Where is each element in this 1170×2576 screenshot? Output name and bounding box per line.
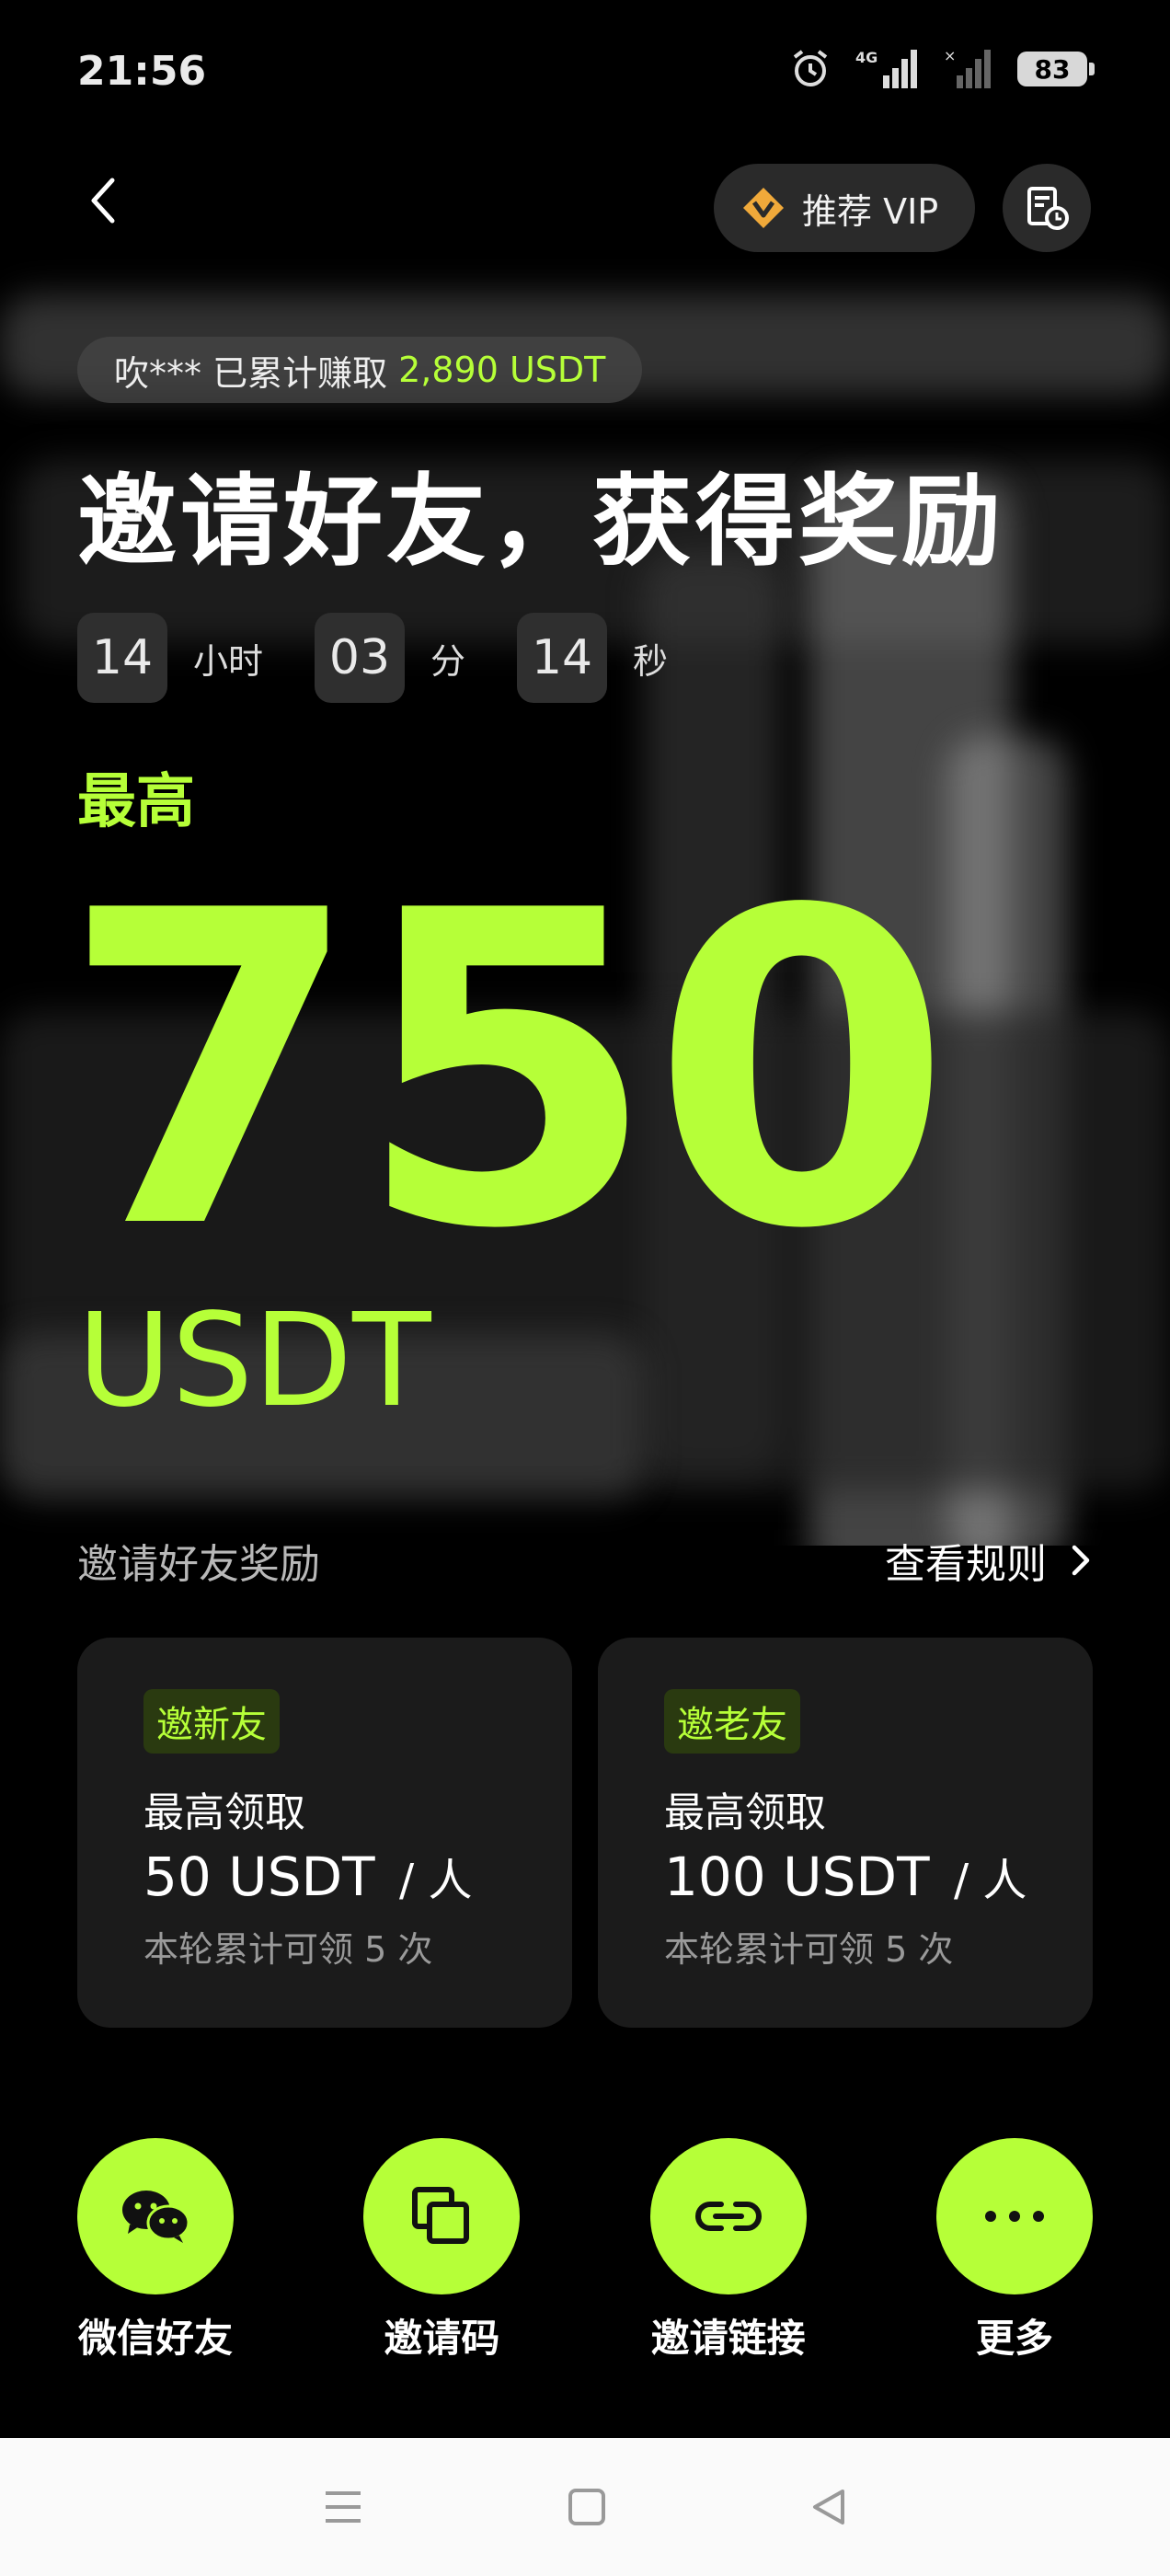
countdown-minutes-unit: 分: [430, 640, 466, 682]
card-amount-row: 100 USDT / 人: [664, 1844, 1093, 1908]
share-wechat-button[interactable]: [77, 2138, 234, 2294]
status-bar: 21:56 4G × 83: [0, 0, 1170, 147]
status-time: 21:56: [77, 48, 207, 95]
chevron-right-icon: [1072, 1545, 1090, 1576]
card-tag: 邀新友: [143, 1689, 280, 1754]
rewards-section-header: 邀请好友奖励 查看规则: [77, 1533, 1093, 1588]
link-icon: [694, 2202, 762, 2231]
countdown-minutes: 03: [315, 613, 406, 703]
invite-new-card[interactable]: 邀新友 最高领取 50 USDT / 人 本轮累计可领 5 次: [77, 1638, 572, 2028]
svg-text:×: ×: [944, 48, 956, 64]
page-title: 邀请好友，获得奖励: [77, 465, 1005, 580]
card-line1: 最高领取: [664, 1789, 826, 1836]
menu-icon[interactable]: [320, 2486, 366, 2528]
card-per: / 人: [953, 1855, 1027, 1906]
invite-old-card[interactable]: 邀老友 最高领取 100 USDT / 人 本轮累计可领 5 次: [598, 1638, 1093, 2028]
status-icons: 4G × 83: [789, 48, 1095, 90]
back-nav-icon[interactable]: [808, 2486, 850, 2528]
earned-amount: 2,890 USDT: [398, 350, 606, 390]
share-invite-link-button[interactable]: [649, 2138, 807, 2294]
countdown-hours: 14: [77, 613, 167, 703]
card-amount: 100 USDT: [664, 1846, 930, 1908]
chevron-left-icon: [91, 178, 115, 224]
share-wechat[interactable]: 微信好友: [77, 2138, 234, 2363]
vip-diamond-icon: [743, 188, 784, 228]
card-amount-row: 50 USDT / 人: [143, 1844, 572, 1908]
recommend-vip-button[interactable]: 推荐 VIP: [714, 164, 975, 252]
share-invite-link-label: 邀请链接: [650, 2316, 806, 2361]
signal-4g-icon: 4G: [855, 49, 917, 88]
share-actions: 微信好友 邀请码 邀请链接 更多: [77, 2138, 1093, 2363]
svg-text:4G: 4G: [855, 49, 878, 66]
share-invite-code-button[interactable]: [363, 2138, 521, 2294]
countdown-hours-unit: 小时: [193, 640, 264, 682]
reward-unit: USDT: [77, 1286, 431, 1436]
vip-label: 推荐 VIP: [802, 190, 939, 232]
battery-indicator: 83: [1017, 52, 1095, 86]
earned-banner: 吹*** 已累计赚取 2,890 USDT: [77, 337, 643, 403]
wechat-icon: [122, 2191, 190, 2243]
share-invite-code-label: 邀请码: [384, 2316, 500, 2361]
card-note: 本轮累计可领 5 次: [664, 1929, 954, 1970]
countdown-seconds: 14: [517, 613, 608, 703]
share-more-button[interactable]: [935, 2138, 1093, 2294]
system-nav-bar: [0, 2438, 1170, 2576]
card-line1: 最高领取: [143, 1789, 305, 1836]
alarm-icon: [793, 50, 828, 86]
back-button[interactable]: [81, 173, 127, 228]
share-invite-link[interactable]: 邀请链接: [649, 2138, 807, 2363]
document-clock-icon: [1027, 187, 1069, 230]
copy-icon: [412, 2187, 470, 2244]
share-invite-code[interactable]: 邀请码: [363, 2138, 521, 2363]
countdown-timer: 14 小时 03 分 14 秒: [77, 613, 719, 703]
home-icon[interactable]: [566, 2486, 608, 2528]
share-more-label: 更多: [975, 2316, 1053, 2361]
card-per: / 人: [399, 1855, 473, 1906]
card-note: 本轮累计可领 5 次: [143, 1929, 433, 1970]
section-title: 邀请好友奖励: [77, 1541, 320, 1588]
card-tag: 邀老友: [664, 1689, 800, 1754]
more-icon: [984, 2211, 1044, 2222]
card-amount: 50 USDT: [143, 1846, 375, 1908]
countdown-seconds-unit: 秒: [633, 640, 669, 682]
signal-weak-icon: ×: [944, 48, 991, 88]
view-rules-label: 查看规则: [885, 1541, 1047, 1588]
records-button[interactable]: [1003, 164, 1091, 252]
reward-value: 750: [61, 820, 952, 1323]
share-more[interactable]: 更多: [935, 2138, 1093, 2363]
share-wechat-label: 微信好友: [77, 2316, 233, 2361]
earned-prefix: 吹*** 已累计赚取: [114, 352, 388, 394]
view-rules-link[interactable]: 查看规则: [885, 1531, 1093, 1590]
